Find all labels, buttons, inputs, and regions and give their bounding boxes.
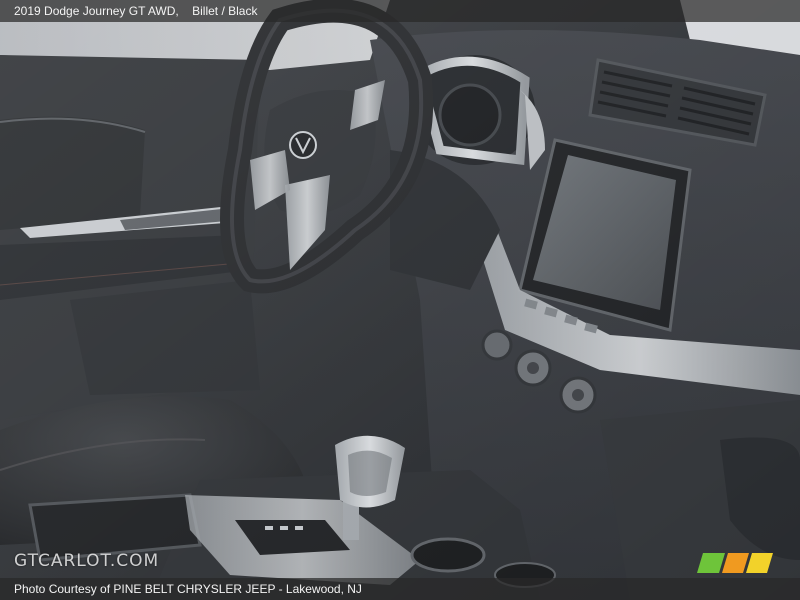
car-interior-photo xyxy=(0,0,800,600)
brand-stripes-icon xyxy=(697,553,773,573)
photo-credit-bar: Photo Courtesy of PINE BELT CHRYSLER JEE… xyxy=(0,578,800,600)
photo-credit-text: Photo Courtesy of PINE BELT CHRYSLER JEE… xyxy=(14,582,362,596)
green-stripe xyxy=(697,553,725,573)
caption-bar: 2019 Dodge Journey GT AWD, Billet / Blac… xyxy=(0,0,800,22)
yellow-stripe xyxy=(746,553,773,573)
photo-frame: 2019 Dodge Journey GT AWD, Billet / Blac… xyxy=(0,0,800,600)
watermark-logo: GTCARLOT.COM xyxy=(14,551,160,571)
orange-stripe xyxy=(722,553,749,573)
caption-trim: Billet / Black xyxy=(192,4,258,18)
caption-title: 2019 Dodge Journey GT AWD, xyxy=(14,4,179,18)
